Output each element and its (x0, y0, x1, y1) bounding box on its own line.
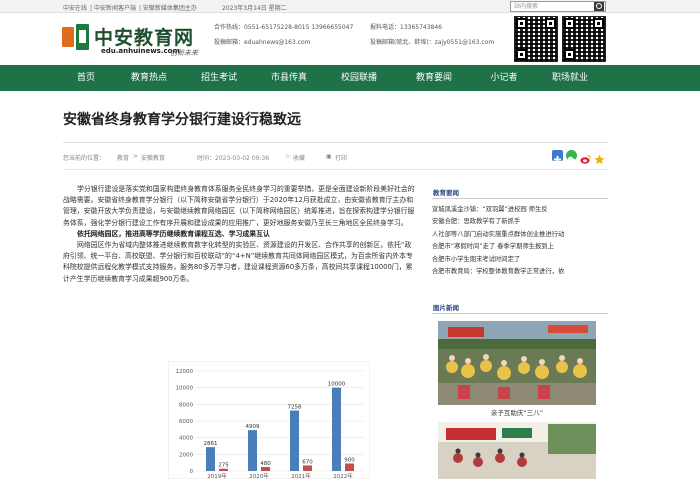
breadcrumb-item[interactable]: 教育 (117, 153, 129, 162)
star-icon[interactable] (594, 150, 605, 165)
nav-exam[interactable]: 招生考试 (188, 65, 250, 91)
contact-email: 投稿邮箱：eduahnews@163.com (214, 39, 311, 46)
favorite-icon[interactable]: ☆ (285, 153, 290, 160)
y-tick-label: 4000 (179, 436, 193, 442)
y-tick-label: 8000 (179, 402, 193, 408)
search-placeholder: 站内搜索 (514, 3, 539, 10)
bar (219, 468, 228, 471)
search-input[interactable]: 站内搜索 (510, 1, 606, 12)
print-button[interactable]: 打印 (335, 153, 347, 162)
bar (290, 410, 299, 471)
article-subheading: 依托网络园区，推进高等学历继续教育课程互选、学习成果互认 (77, 229, 270, 238)
data-label: 480 (260, 461, 271, 467)
bar (206, 447, 215, 471)
x-tick-label: 2019年 (207, 472, 227, 479)
sidebar-heading-photos: 图片新闻 (432, 302, 608, 314)
data-label: 7258 (288, 405, 302, 411)
y-tick-label: 6000 (179, 419, 193, 425)
publish-time: 时间：2023-03-02 09:36 (197, 155, 270, 162)
data-label: 670 (302, 459, 313, 465)
qr-code-icon (562, 16, 606, 62)
bar (303, 465, 312, 471)
share-add-icon[interactable] (552, 150, 563, 163)
top-strip: 中安在线 | 中安新闻客户端 | 安徽新媒体集团主办 2023年3月14日 星期二 … (0, 0, 700, 13)
page-title: 安徽省终身教育学分银行建设行稳致远 (63, 112, 301, 128)
x-tick-label: 2022年 (333, 472, 353, 479)
article-chart: 0 2000 4000 6000 8000 10000 12000 2861 275 2019年 4… (168, 361, 370, 479)
data-label: 275 (218, 463, 229, 469)
top-links: 中安在线 | 中安新闻客户端 | 安徽新媒体集团主办 (63, 5, 197, 12)
top-link[interactable]: 中安在线 (63, 5, 87, 12)
data-label: 4909 (246, 424, 260, 430)
list-item[interactable]: 人社部等八部门启动实施重点群体创业推进行动 (432, 229, 608, 241)
favorite-button[interactable]: 收藏 (293, 153, 305, 162)
list-item[interactable]: 合肥市小学生期末考试时间定了 (432, 254, 608, 266)
top-link[interactable]: 中安新闻客户端 (94, 5, 136, 12)
y-tick-label: 10000 (176, 386, 194, 392)
list-item[interactable]: 合肥市教育局：学校整体教育教学正常进行，依 (432, 266, 608, 278)
article-paragraph: 学分银行建设是落实党和国家构建终身教育体系服务全民终身学习的重要举措，更是全面建… (63, 185, 415, 227)
nav-hot[interactable]: 教育热点 (118, 65, 180, 91)
bar (248, 430, 257, 471)
article-meta: 您当前的位置： 教育 > 安徽教育 时间：2023-03-02 09:36 ☆ … (63, 153, 348, 162)
bar (332, 387, 341, 471)
breadcrumb-item[interactable]: 安徽教育 (141, 153, 165, 162)
location-label: 您当前的位置： (63, 155, 106, 162)
bar (261, 467, 270, 471)
nav-home[interactable]: 首页 (62, 65, 110, 91)
contact-email-north: 投稿邮箱(皖北、蚌埠)：zajy0551@163.com (370, 39, 495, 46)
nav-county[interactable]: 市县传真 (258, 65, 320, 91)
data-label: 900 (344, 458, 355, 464)
search-icon[interactable] (594, 2, 604, 11)
x-tick-label: 2020年 (249, 472, 269, 479)
nav-news[interactable]: 教育要闻 (398, 65, 470, 91)
main-nav: 首页 教育热点 招生考试 市县传真 校园联播 教育要闻 小记者 职场就业 (0, 65, 700, 91)
print-icon[interactable]: ▣ (326, 153, 332, 160)
data-label: 10000 (328, 382, 346, 388)
top-link[interactable]: 安徽新媒体集团主办 (143, 5, 197, 12)
logo-slogan: 创新未来 (170, 49, 198, 57)
logo-icon[interactable] (62, 24, 90, 50)
article-paragraph: 网络园区作为省域内整体推进继续教育数字化转型的实验区、资源建设的开发区、合作共享… (63, 241, 413, 283)
nav-career[interactable]: 职场就业 (538, 65, 602, 91)
divider (63, 169, 608, 170)
photo-news-image[interactable] (438, 321, 596, 405)
site-header: 中安教育网 edu.anhuinews.com 创新未来 合作热线：0551-6… (0, 14, 700, 64)
list-item[interactable]: 安徽合肥：思政教学有了新抓手 (432, 216, 608, 228)
bar (345, 463, 354, 471)
wechat-icon[interactable] (566, 150, 577, 163)
weibo-icon[interactable] (580, 150, 591, 164)
logo-domain: edu.anhuinews.com (101, 47, 180, 55)
nav-campus[interactable]: 校园联播 (328, 65, 390, 91)
nav-reporter[interactable]: 小记者 (478, 65, 530, 91)
sidebar-news-list: 宣城凤溪金沙镇：“双羽翼”进校园 师生反 安徽合肥：思政教学有了新抓手 人社部等… (432, 204, 608, 278)
qr-code-icon (514, 16, 558, 62)
contact-reporter: 报料电话：13365743846 (370, 24, 442, 31)
photo-caption[interactable]: 亲子互助庆“三八” (438, 407, 596, 417)
logo-text[interactable]: 中安教育网 (94, 23, 194, 50)
list-item[interactable]: 合肥市“寒假时间”走了 春季学期师生报到上 (432, 241, 608, 253)
x-tick-label: 2021年 (291, 472, 311, 479)
photo-news-image[interactable] (438, 422, 596, 479)
contact-phone: 合作热线：0551-65175228-8015 13966655047 (214, 24, 354, 31)
y-tick-label: 2000 (179, 452, 193, 458)
article-body: 学分银行建设是落实党和国家构建终身教育体系服务全民终身学习的重要举措，更是全面建… (63, 184, 416, 285)
divider (63, 142, 608, 143)
sidebar-heading-news: 教育要闻 (432, 187, 608, 199)
list-item[interactable]: 宣城凤溪金沙镇：“双羽翼”进校园 师生反 (432, 204, 608, 216)
y-tick-label: 0 (190, 469, 194, 475)
bar-chart: 0 2000 4000 6000 8000 10000 12000 2861 275 2019年 4… (168, 361, 370, 479)
data-label: 2861 (204, 441, 218, 447)
top-date: 2023年3月14日 星期二 (222, 5, 287, 12)
y-tick-label: 12000 (176, 369, 194, 375)
